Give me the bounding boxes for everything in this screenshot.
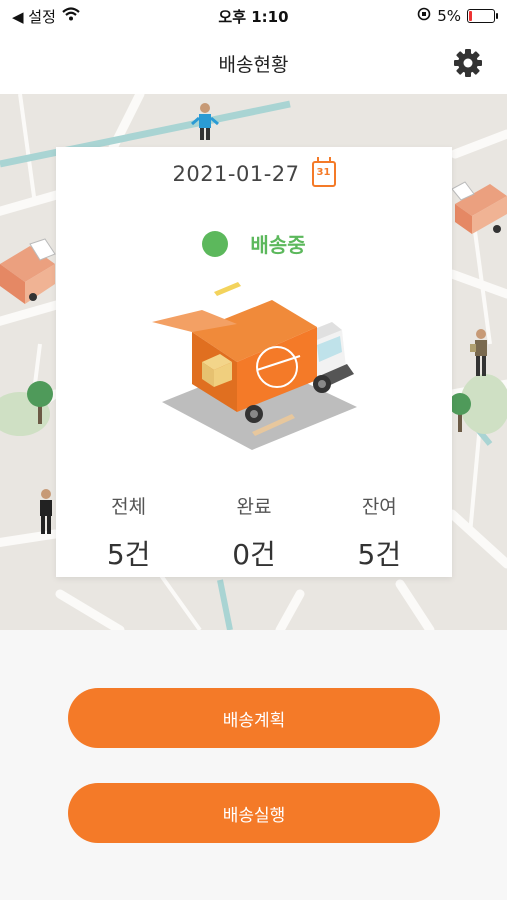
delivery-stats: 전체 5건 완료 0건 잔여 5건 bbox=[56, 492, 452, 573]
stat-total-value: 5건 bbox=[106, 538, 151, 571]
orientation-lock-icon bbox=[417, 7, 431, 25]
delivery-truck-illustration bbox=[152, 282, 357, 450]
nav-bar: 배송현황 bbox=[0, 32, 507, 94]
battery-percent: 5% bbox=[437, 7, 461, 25]
date-row: 2021-01-27 31 bbox=[56, 157, 452, 187]
back-to-settings-link[interactable]: ◀ 설정 bbox=[12, 6, 56, 27]
stat-remaining: 잔여 5건 bbox=[324, 492, 434, 573]
calendar-icon[interactable]: 31 bbox=[311, 157, 336, 187]
status-label: 배송중 bbox=[250, 233, 306, 257]
wifi-icon bbox=[62, 7, 80, 25]
status-bar: ◀ 설정 오후 1:10 5% bbox=[0, 0, 507, 32]
map-truck-left bbox=[0, 238, 56, 304]
stat-completed-label: 완료 bbox=[236, 496, 272, 518]
battery-icon bbox=[467, 9, 498, 23]
stat-completed: 완료 0건 bbox=[199, 492, 309, 573]
status-dot-icon bbox=[202, 230, 229, 257]
person-top bbox=[191, 103, 219, 140]
delivery-date: 2021-01-27 bbox=[172, 162, 300, 186]
stat-remaining-value: 5건 bbox=[357, 538, 402, 571]
delivery-status-card: 2021-01-27 31 배송중 전체 5건 완료 0건 잔여 5건 bbox=[56, 147, 452, 577]
delivery-execute-button[interactable]: 배송실행 bbox=[68, 783, 440, 843]
stat-remaining-label: 잔여 bbox=[361, 496, 397, 518]
delivery-plan-button[interactable]: 배송계획 bbox=[68, 688, 440, 748]
person-right bbox=[470, 329, 487, 376]
delivery-status: 배송중 bbox=[56, 229, 452, 258]
person-left bbox=[40, 489, 52, 534]
page-title: 배송현황 bbox=[218, 53, 289, 76]
stat-completed-value: 0건 bbox=[232, 538, 276, 571]
stat-total-label: 전체 bbox=[111, 496, 147, 518]
stat-total: 전체 5건 bbox=[74, 492, 184, 573]
map-truck-right bbox=[451, 181, 507, 234]
settings-button[interactable] bbox=[451, 46, 485, 80]
gear-icon bbox=[454, 49, 482, 77]
